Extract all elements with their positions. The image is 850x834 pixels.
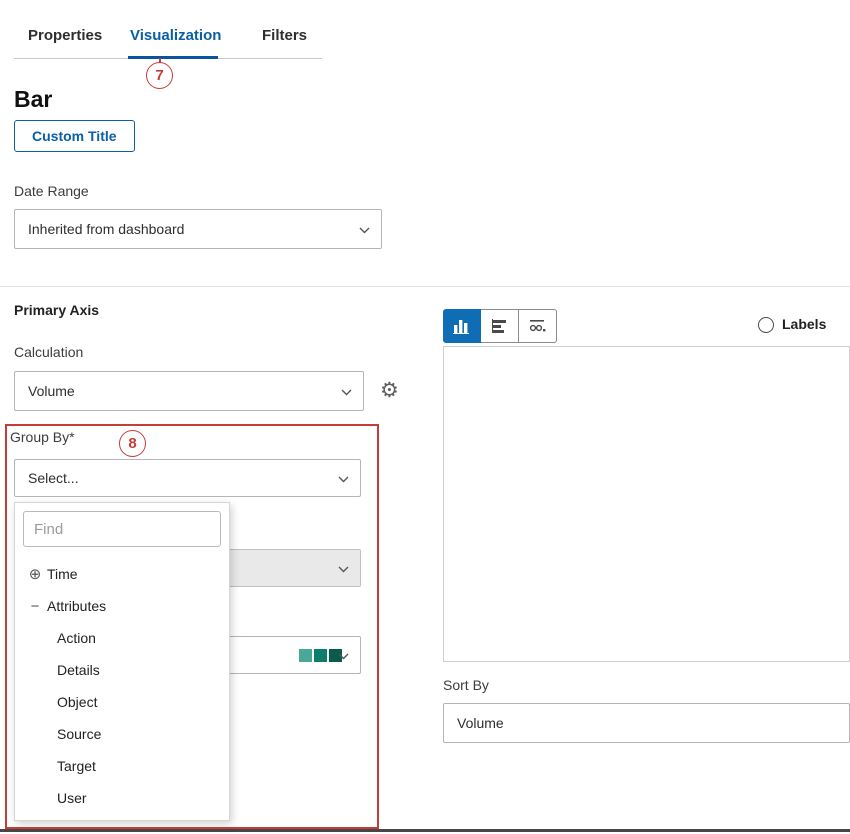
sort-by-label: Sort By [443, 677, 489, 693]
chevron-down-icon [338, 647, 349, 663]
expand-icon[interactable]: ⊕ [23, 565, 47, 583]
primary-axis-heading: Primary Axis [14, 302, 99, 318]
sort-by-select[interactable]: Volume [443, 703, 850, 743]
horizontal-bar-chart-icon [490, 318, 510, 334]
dropdown-group-time[interactable]: ⊕ Time [15, 559, 229, 589]
benchmark-chart-button[interactable] [519, 309, 557, 343]
calculation-value: Volume [28, 383, 75, 399]
calculation-label: Calculation [14, 344, 83, 360]
vertical-bar-chart-icon [452, 318, 472, 334]
dropdown-item-source[interactable]: Source [57, 719, 101, 749]
custom-title-button[interactable]: Custom Title [14, 120, 135, 152]
horizontal-bar-chart-button[interactable] [481, 309, 519, 343]
dropdown-item-target[interactable]: Target [57, 751, 96, 781]
date-range-select[interactable]: Inherited from dashboard [14, 209, 382, 249]
group-by-placeholder: Select... [28, 470, 79, 486]
color-swatch [314, 649, 327, 662]
chart-preview-area [443, 346, 850, 662]
group-by-dropdown-panel: ⊕ Time − Attributes Action Details Objec… [14, 502, 230, 821]
dropdown-item-object[interactable]: Object [57, 687, 97, 717]
annotation-step-7: 7 [146, 62, 173, 89]
dropdown-group-attributes[interactable]: − Attributes [15, 591, 229, 621]
date-range-value: Inherited from dashboard [28, 221, 184, 237]
find-input[interactable] [23, 511, 221, 547]
gear-icon[interactable]: ⚙ [380, 378, 399, 403]
collapse-icon[interactable]: − [23, 598, 47, 615]
section-divider [0, 286, 850, 287]
benchmark-chart-icon [528, 318, 548, 334]
dropdown-group-label: Attributes [47, 598, 106, 614]
dropdown-item-user[interactable]: User [57, 783, 87, 813]
color-swatch [299, 649, 312, 662]
chart-type-toggle-group [443, 309, 557, 343]
chevron-down-icon [338, 560, 349, 576]
dropdown-item-action[interactable]: Action [57, 623, 96, 653]
vertical-bar-chart-button[interactable] [443, 309, 481, 343]
dropdown-item-details[interactable]: Details [57, 655, 100, 685]
chevron-down-icon [338, 470, 349, 486]
sort-by-value: Volume [457, 715, 504, 731]
calculation-select[interactable]: Volume [14, 371, 364, 411]
tab-properties[interactable]: Properties [28, 27, 102, 44]
page-bottom-rule [0, 829, 850, 832]
labels-radio-label: Labels [782, 316, 826, 332]
dropdown-group-label: Time [47, 566, 78, 582]
annotation-step-8: 8 [119, 430, 146, 457]
tab-filters[interactable]: Filters [262, 27, 307, 44]
chevron-down-icon [359, 221, 370, 237]
color-swatch-preview [299, 649, 342, 662]
active-tab-underline [128, 56, 218, 59]
page-title: Bar [14, 86, 52, 113]
tab-visualization[interactable]: Visualization [130, 27, 221, 44]
group-by-label: Group By* [10, 429, 75, 445]
labels-radio[interactable] [758, 317, 774, 333]
group-by-select[interactable]: Select... [14, 459, 361, 497]
date-range-label: Date Range [14, 183, 89, 199]
visualization-settings-page: Properties Visualization Filters 7 Bar C… [0, 0, 850, 834]
chevron-down-icon [341, 383, 352, 399]
